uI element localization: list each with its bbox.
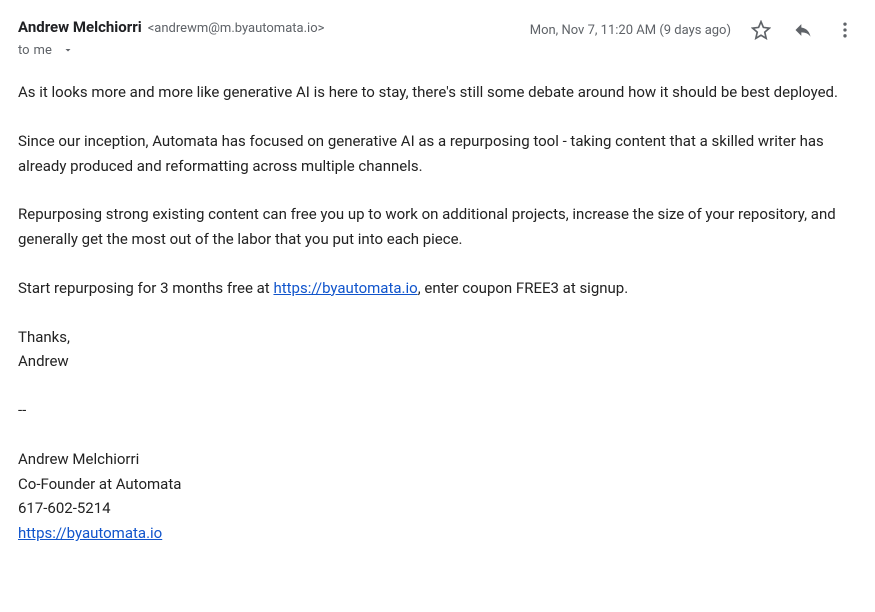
sender-info: Andrew Melchiorri <andrewm@m.byautomata.… — [18, 18, 324, 62]
recipient-name: me — [34, 43, 52, 58]
email-header: Andrew Melchiorri <andrewm@m.byautomata.… — [18, 18, 857, 62]
body-paragraph: Start repurposing for 3 months free at h… — [18, 276, 857, 301]
more-icon[interactable] — [833, 18, 857, 42]
sender-name: Andrew Melchiorri — [18, 18, 142, 36]
signature-name: Andrew Melchiorri — [18, 447, 857, 472]
sender-email: <andrewm@m.byautomata.io> — [148, 21, 325, 36]
signature-block: Andrew Melchiorri Co-Founder at Automata… — [18, 447, 857, 546]
closing-name: Andrew — [18, 349, 857, 374]
recipient-prefix: to — [18, 43, 30, 58]
closing-thanks: Thanks, — [18, 325, 857, 350]
signature-title: Co-Founder at Automata — [18, 472, 857, 497]
reply-icon[interactable] — [791, 18, 815, 42]
body-text: Start repurposing for 3 months free at — [18, 279, 273, 297]
body-text: , enter coupon FREE3 at signup. — [418, 279, 629, 297]
signature-divider: -- — [18, 398, 857, 423]
body-paragraph: Repurposing strong existing content can … — [18, 202, 857, 252]
show-details-icon[interactable] — [56, 38, 80, 62]
recipient-line[interactable]: to me — [18, 38, 324, 62]
body-paragraph: As it looks more and more like generativ… — [18, 80, 857, 105]
promo-link[interactable]: https://byautomata.io — [273, 279, 417, 297]
timestamp: Mon, Nov 7, 11:20 AM (9 days ago) — [530, 23, 731, 38]
signature-phone: 617-602-5214 — [18, 496, 857, 521]
email-body: As it looks more and more like generativ… — [18, 80, 857, 546]
header-actions: Mon, Nov 7, 11:20 AM (9 days ago) — [530, 18, 857, 42]
sender-line: Andrew Melchiorri <andrewm@m.byautomata.… — [18, 18, 324, 36]
star-icon[interactable] — [749, 18, 773, 42]
body-paragraph: Since our inception, Automata has focuse… — [18, 129, 857, 179]
signature-link[interactable]: https://byautomata.io — [18, 524, 162, 542]
